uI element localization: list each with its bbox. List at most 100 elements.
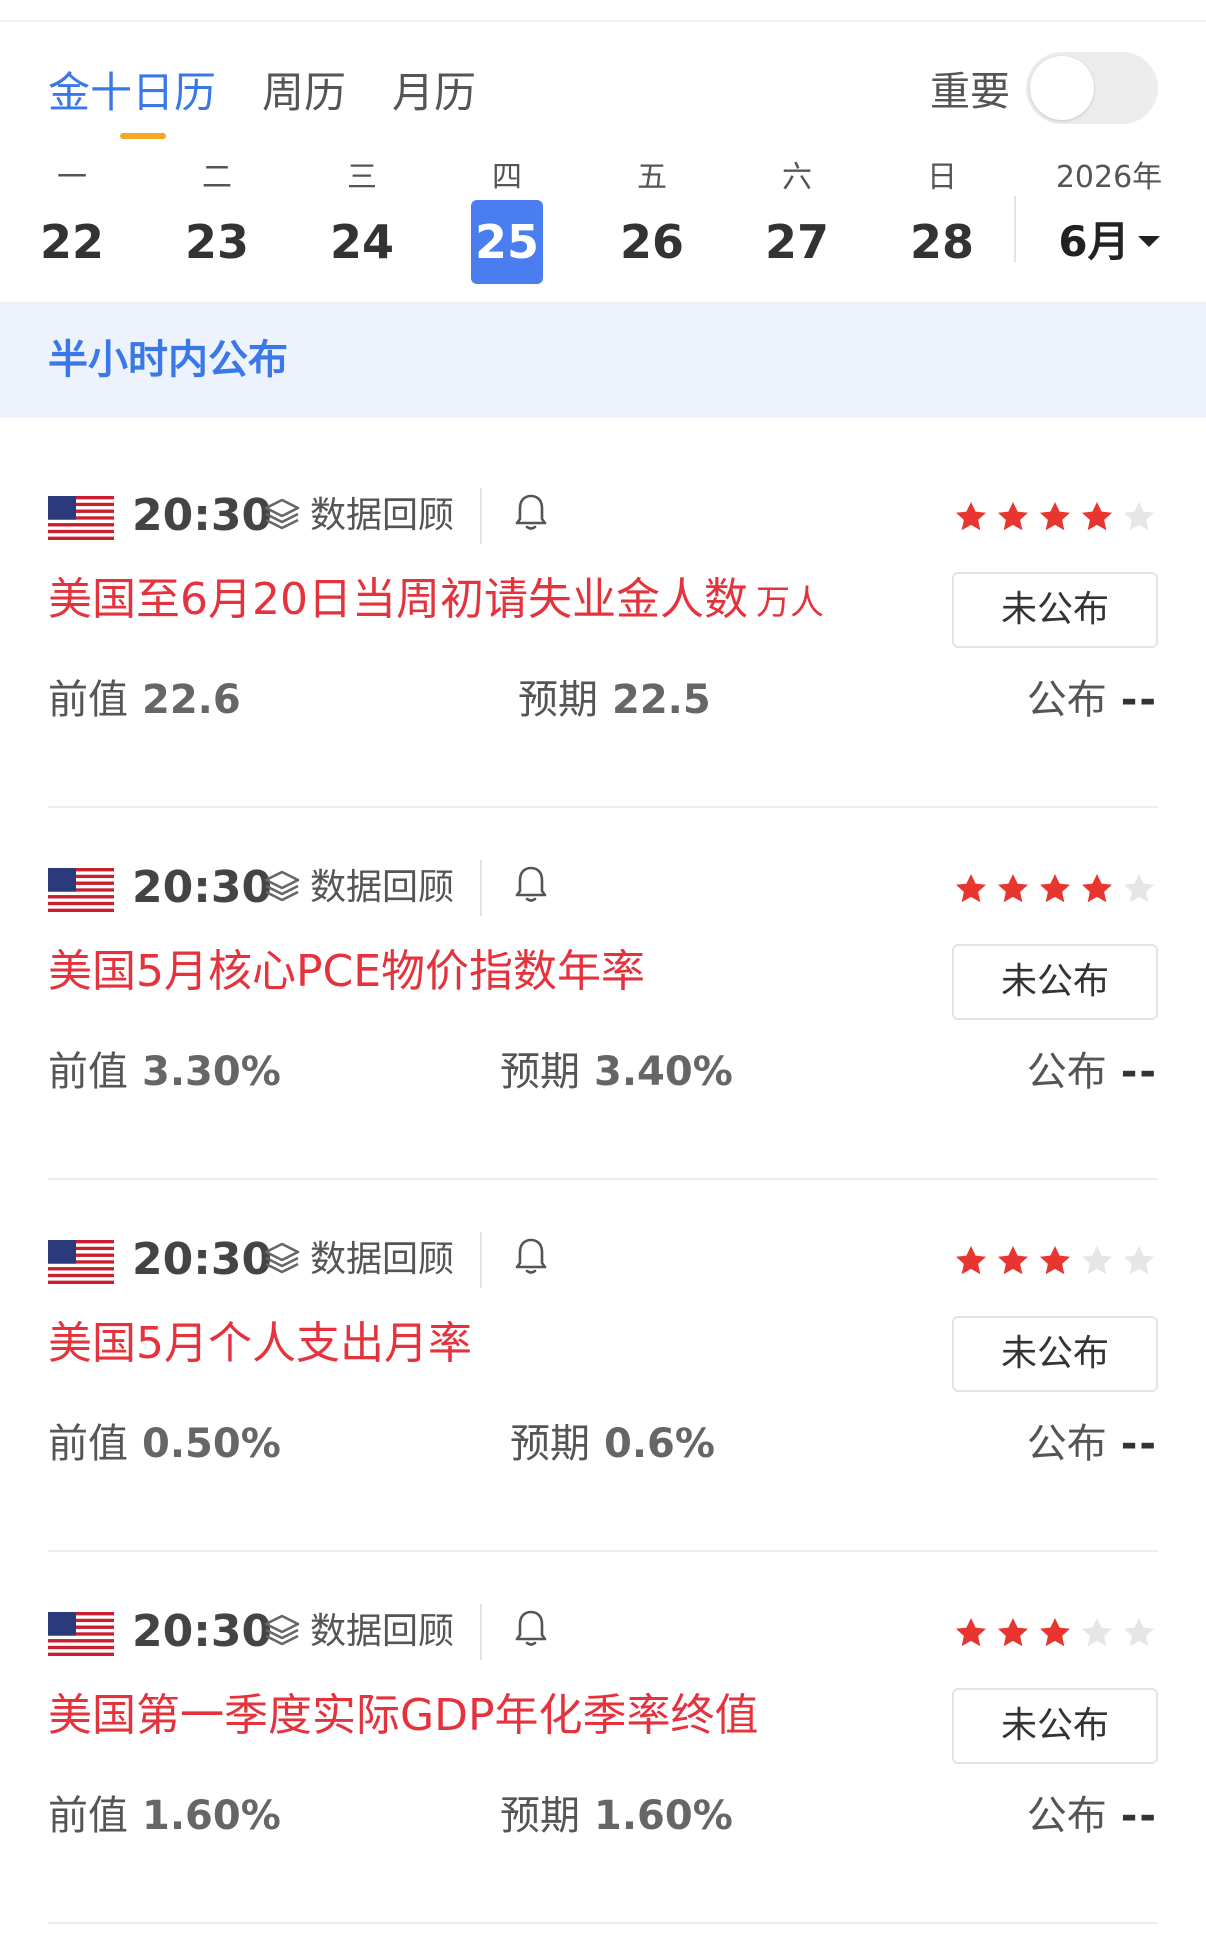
previous-label: 前值 (48, 1793, 128, 1839)
weekday-label: 四 (492, 160, 522, 195)
bell-icon[interactable] (514, 1236, 548, 1280)
bell-icon[interactable] (514, 492, 548, 536)
layers-icon (262, 496, 302, 536)
chevron-down-icon (1137, 236, 1160, 247)
actual-label: 公布 (1026, 677, 1107, 723)
data-review-button[interactable]: 数据回顾 (262, 864, 454, 912)
forecast-label: 预期 (510, 1421, 590, 1467)
previous-label: 前值 (48, 1421, 128, 1467)
actual-number: -- (1120, 1793, 1158, 1839)
month-selector[interactable]: 2026年 6月 (1044, 158, 1174, 280)
top-divider (0, 20, 1206, 22)
actual-value: 公布 -- (1027, 672, 1158, 728)
status-badge[interactable]: 未公布 (952, 1316, 1158, 1392)
previous-number: 22.6 (142, 677, 241, 723)
week-strip: 一 22 二 23 三 24 四 25 五 26 六 27 日 28 (0, 158, 1206, 292)
event-row[interactable]: 20:30 数据回顾 美国至6月20日当周初请失业金人数 万人 未公布 前值 22.6 预期 2… (0, 436, 1206, 808)
event-time: 20:30 (132, 1234, 273, 1285)
weekday-label: 二 (202, 160, 232, 195)
data-review-label: 数据回顾 (310, 495, 455, 536)
star-filled-icon (992, 1614, 1034, 1652)
event-time: 20:30 (132, 862, 273, 913)
previous-number: 3.30% (142, 1049, 281, 1095)
tab-weekly-calendar[interactable]: 周历 (262, 65, 346, 121)
status-badge[interactable]: 未公布 (952, 944, 1158, 1020)
us-flag-icon (48, 1240, 114, 1284)
date-number: 24 (329, 215, 394, 269)
important-label: 重要 (930, 69, 1010, 115)
star-empty-icon (1118, 870, 1160, 908)
star-filled-icon (992, 870, 1034, 908)
day-mon[interactable]: 一 22 (32, 158, 112, 280)
toolbar-divider (480, 1604, 482, 1660)
event-unit: 万人 (755, 583, 824, 623)
actual-label: 公布 (1026, 1793, 1107, 1839)
star-filled-icon (1034, 1614, 1076, 1652)
day-fri[interactable]: 五 26 (612, 158, 692, 280)
event-row[interactable]: 20:30 数据回顾 美国5月个人支出月率 未公布 前值 0.50% 预期 0.6% 公布 -- (0, 1180, 1206, 1552)
weekday-label: 日 (927, 160, 957, 195)
event-title[interactable]: 美国至6月20日当周初请失业金人数 万人 (48, 568, 908, 635)
forecast-number: 1.60% (594, 1793, 733, 1839)
actual-value: 公布 -- (1027, 1788, 1158, 1844)
event-row[interactable]: 20:30 数据回顾 美国5月核心PCE物价指数年率 未公布 前值 3.30% 预期 3.40… (0, 808, 1206, 1180)
status-badge[interactable]: 未公布 (952, 1688, 1158, 1764)
tab-monthly-calendar[interactable]: 月历 (392, 65, 476, 121)
date-number: 22 (39, 215, 104, 269)
us-flag-icon (48, 496, 114, 540)
importance-stars (950, 498, 1160, 536)
star-filled-icon (992, 498, 1034, 536)
event-row[interactable]: 20:30 数据回顾 美国第一季度实际GDP年化季率终值 未公布 前值 1.60% 预期 1.… (0, 1552, 1206, 1924)
day-tue[interactable]: 二 23 (177, 158, 257, 280)
actual-number: -- (1120, 1421, 1158, 1467)
star-empty-icon (1118, 1614, 1160, 1652)
previous-label: 前值 (48, 1049, 128, 1095)
actual-value: 公布 -- (1027, 1044, 1158, 1100)
star-filled-icon (1034, 870, 1076, 908)
event-title[interactable]: 美国5月核心PCE物价指数年率 (48, 940, 908, 1004)
previous-value: 前值 1.60% (48, 1788, 281, 1844)
star-filled-icon (1076, 498, 1118, 536)
day-thu-selected[interactable]: 四 25 (467, 158, 547, 284)
us-flag-icon (48, 1612, 114, 1656)
day-wed[interactable]: 三 24 (322, 158, 402, 280)
tab-jin10-calendar[interactable]: 金十日历 (48, 65, 216, 139)
bell-icon[interactable] (514, 864, 548, 908)
day-sun[interactable]: 日 28 (902, 158, 982, 280)
weekday-label: 六 (782, 160, 812, 195)
star-filled-icon (950, 1242, 992, 1280)
data-review-label: 数据回顾 (310, 867, 455, 908)
date-number: 25 (471, 200, 543, 284)
star-empty-icon (1076, 1614, 1118, 1652)
weekday-label: 一 (57, 160, 87, 195)
star-filled-icon (1034, 498, 1076, 536)
event-title[interactable]: 美国第一季度实际GDP年化季率终值 (48, 1684, 908, 1748)
star-filled-icon (992, 1242, 1034, 1280)
status-badge[interactable]: 未公布 (952, 572, 1158, 648)
bell-icon[interactable] (514, 1608, 548, 1652)
importance-stars (950, 1242, 1160, 1280)
star-empty-icon (1118, 498, 1160, 536)
important-toggle[interactable] (1026, 52, 1158, 124)
data-review-button[interactable]: 数据回顾 (262, 1608, 454, 1656)
forecast-label: 预期 (518, 677, 598, 723)
star-filled-icon (950, 1614, 992, 1652)
previous-value: 前值 22.6 (48, 672, 241, 728)
star-empty-icon (1118, 1242, 1160, 1280)
date-number: 28 (909, 215, 974, 269)
event-title-text: 美国5月核心PCE物价指数年率 (48, 946, 646, 997)
forecast-number: 22.5 (612, 677, 711, 723)
data-review-button[interactable]: 数据回顾 (262, 1236, 454, 1284)
day-sat[interactable]: 六 27 (757, 158, 837, 280)
event-time: 20:30 (132, 1606, 273, 1657)
star-filled-icon (950, 870, 992, 908)
year-label: 2026年 (1055, 160, 1163, 195)
section-banner: 半小时内公布 (0, 304, 1206, 418)
event-title[interactable]: 美国5月个人支出月率 (48, 1312, 908, 1376)
layers-icon (262, 1240, 302, 1280)
section-banner-text: 半小时内公布 (48, 337, 288, 383)
layers-icon (262, 1612, 302, 1652)
data-review-button[interactable]: 数据回顾 (262, 492, 454, 540)
toggle-knob (1030, 56, 1094, 120)
forecast-value: 预期 1.60% (500, 1788, 733, 1844)
